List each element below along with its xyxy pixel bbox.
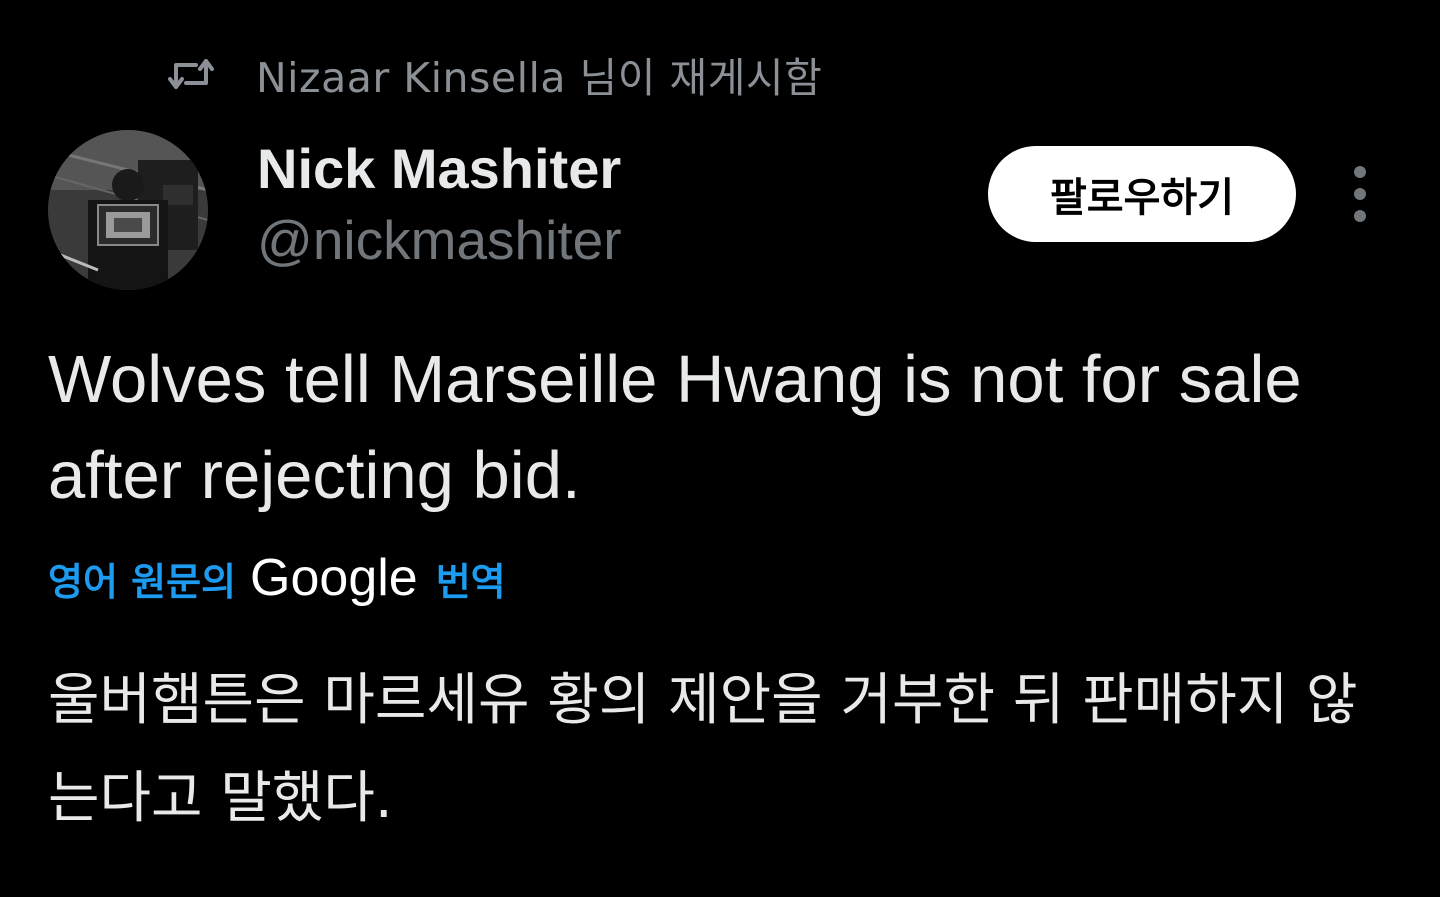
translation-suffix[interactable]: 번역 [436, 551, 506, 606]
tweet-text: Wolves tell Marseille Hwang is not for s… [48, 342, 1302, 513]
more-vertical-icon-dot [1354, 210, 1366, 222]
translation-attribution[interactable]: 영어 원문의 Google 번역 [48, 548, 506, 608]
translation-prefix[interactable]: 영어 원문의 [48, 551, 236, 606]
follow-button[interactable]: 팔로우하기 [988, 146, 1296, 242]
more-vertical-icon [1354, 166, 1366, 178]
retweet-label[interactable]: Nizaar Kinsella 님이 재게시함 [256, 44, 822, 104]
author-name[interactable]: Nick Mashiter [257, 136, 621, 201]
author-handle[interactable]: @nickmashiter [257, 208, 622, 272]
more-options-button[interactable] [1335, 162, 1385, 226]
retweet-indicator[interactable]: Nizaar Kinsella 님이 재게시함 [166, 44, 822, 104]
more-vertical-icon-dot [1354, 188, 1366, 200]
translated-tweet-text: 울버햄튼은 마르세유 황의 제안을 거부한 뒤 판매하지 않는다고 말했다. [48, 668, 1358, 831]
google-logo: Google [250, 549, 418, 607]
retweet-icon [166, 54, 216, 94]
avatar[interactable] [48, 130, 208, 290]
